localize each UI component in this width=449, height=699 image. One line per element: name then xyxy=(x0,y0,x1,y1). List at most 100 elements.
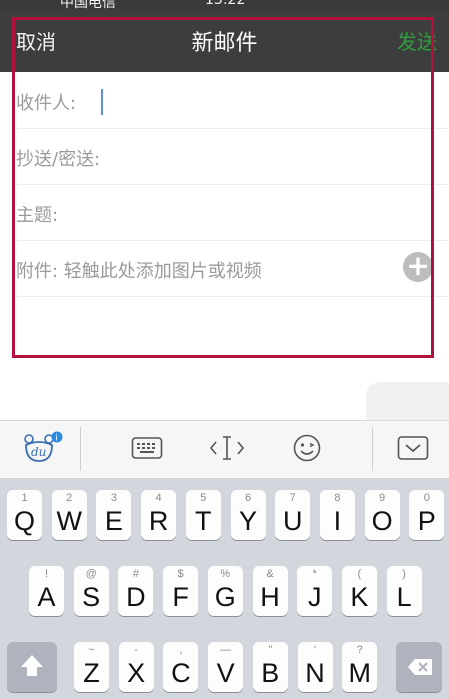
status-bar: 中国电信 13:22 xyxy=(0,0,449,10)
key-symbol: * xyxy=(312,568,317,580)
keyboard-toolbar: du i xyxy=(0,420,449,479)
nav-bar: 取消 新邮件 发送 xyxy=(0,10,449,72)
key-y[interactable]: 6Y xyxy=(230,490,266,540)
key-letter: U xyxy=(282,506,303,536)
subject-label: 主题: xyxy=(16,205,59,226)
key-symbol: 8 xyxy=(334,492,341,504)
key-symbol: 0 xyxy=(423,492,430,504)
key-c[interactable]: ,C xyxy=(163,642,199,692)
add-attachment-icon[interactable]: + xyxy=(403,252,433,282)
key-letter: A xyxy=(37,582,56,612)
key-letter: S xyxy=(82,582,101,612)
key-q[interactable]: 1Q xyxy=(7,490,42,540)
key-symbol: 9 xyxy=(379,492,386,504)
key-symbol: 4 xyxy=(155,492,162,504)
key-symbol: — xyxy=(220,644,232,656)
key-o[interactable]: 9O xyxy=(364,490,400,540)
toolbar-divider xyxy=(372,427,373,471)
key-x[interactable]: -X xyxy=(118,642,154,692)
key-symbol: - xyxy=(134,644,139,656)
key-b[interactable]: " B xyxy=(252,642,288,692)
key-g[interactable]: % G xyxy=(207,566,243,616)
key-letter: K xyxy=(350,582,369,612)
key-letter: V xyxy=(216,658,235,688)
page-title: 新邮件 xyxy=(191,31,258,56)
key-letter: G xyxy=(214,582,236,612)
key-u[interactable]: 7U xyxy=(275,490,311,540)
key-i[interactable]: 8I xyxy=(319,490,355,540)
to-field[interactable]: 收件人: xyxy=(16,72,449,129)
key-symbol: @ xyxy=(85,568,97,580)
key-symbol: 7 xyxy=(289,492,296,504)
key-symbol: # xyxy=(132,568,139,580)
key-letter: Q xyxy=(13,506,35,536)
key-w[interactable]: 2W xyxy=(51,490,87,540)
hide-keyboard-icon[interactable] xyxy=(396,430,430,466)
key-z[interactable]: ~ Z xyxy=(74,642,109,692)
key-letter: E xyxy=(104,506,123,536)
key-p[interactable]: 0P xyxy=(409,490,445,540)
key-letter: C xyxy=(171,658,191,688)
key-t[interactable]: 5T xyxy=(185,490,221,540)
key-j[interactable]: * J xyxy=(297,566,333,616)
cc-bcc-field[interactable]: 抄送/密送: xyxy=(16,128,449,185)
key-letter: N xyxy=(305,658,325,688)
shift-icon xyxy=(21,655,43,676)
key-symbol: % xyxy=(220,568,231,580)
key-letter: W xyxy=(56,506,82,536)
baidu-logo-icon[interactable]: du i xyxy=(22,430,64,466)
key-letter: B xyxy=(261,658,280,688)
delete-key[interactable] xyxy=(396,642,442,692)
key-symbol: ' xyxy=(313,644,317,656)
key-letter: L xyxy=(396,582,412,612)
key-f[interactable]: $ F xyxy=(163,566,199,616)
key-n[interactable]: ' N xyxy=(297,642,333,692)
key-symbol: 6 xyxy=(244,492,252,504)
key-e[interactable]: 3E xyxy=(96,490,132,540)
key-symbol: ( xyxy=(357,568,362,580)
key-r[interactable]: 4R xyxy=(141,490,177,540)
svg-text:i: i xyxy=(55,434,58,444)
cursor-move-icon[interactable] xyxy=(207,430,247,466)
key-symbol: 3 xyxy=(110,492,117,504)
key-v[interactable]: — V xyxy=(208,642,244,692)
attachment-field[interactable]: 附件: 轻触此处添加图片或视频 + xyxy=(16,240,449,297)
shift-key[interactable] xyxy=(7,642,57,692)
key-l[interactable]: ) L xyxy=(386,566,422,616)
key-s[interactable]: @ S xyxy=(73,566,109,616)
key-letter: D xyxy=(126,582,146,612)
emoji-icon[interactable] xyxy=(290,430,324,466)
key-k[interactable]: (K xyxy=(341,566,377,616)
to-label: 收件人: xyxy=(16,93,77,114)
key-symbol: $ xyxy=(177,568,184,580)
key-symbol: , xyxy=(179,644,183,656)
compose-form: 收件人: 抄送/密送: 主题: 附件: 轻触此处添加图片或视频 + xyxy=(0,72,449,362)
key-d[interactable]: # D xyxy=(118,566,154,616)
key-letter: O xyxy=(371,506,393,536)
key-letter: J xyxy=(307,582,322,612)
baidu-logo-text: du xyxy=(31,445,46,459)
key-a[interactable]: ! A xyxy=(29,566,64,616)
key-letter: M xyxy=(348,658,371,688)
key-letter: T xyxy=(195,506,212,536)
subject-field[interactable]: 主题: xyxy=(16,184,449,241)
keyboard: 1Q2W3E4R5T6Y7U8I9O0P ! A @ S # D $ F% G & H * J(K) L … xyxy=(0,478,449,699)
key-symbol: 2 xyxy=(66,492,73,504)
key-symbol: 5 xyxy=(200,492,207,504)
attachment-label: 附件: 轻触此处添加图片或视频 xyxy=(16,261,262,282)
toolbar-divider xyxy=(80,427,81,471)
keyboard-icon[interactable] xyxy=(129,430,165,466)
key-letter: P xyxy=(417,506,436,536)
key-letter: R xyxy=(148,506,169,536)
key-symbol: ? xyxy=(356,644,363,656)
key-letter: Y xyxy=(238,506,257,536)
key-m[interactable]: ? M xyxy=(342,642,378,692)
key-symbol: 1 xyxy=(21,492,28,504)
key-letter: H xyxy=(260,582,280,612)
key-symbol: & xyxy=(266,568,274,580)
key-letter: X xyxy=(127,658,146,688)
send-button[interactable]: 发送 xyxy=(397,26,437,55)
key-symbol: ! xyxy=(44,568,49,580)
key-letter: Z xyxy=(83,658,100,688)
key-h[interactable]: & H xyxy=(252,566,288,616)
